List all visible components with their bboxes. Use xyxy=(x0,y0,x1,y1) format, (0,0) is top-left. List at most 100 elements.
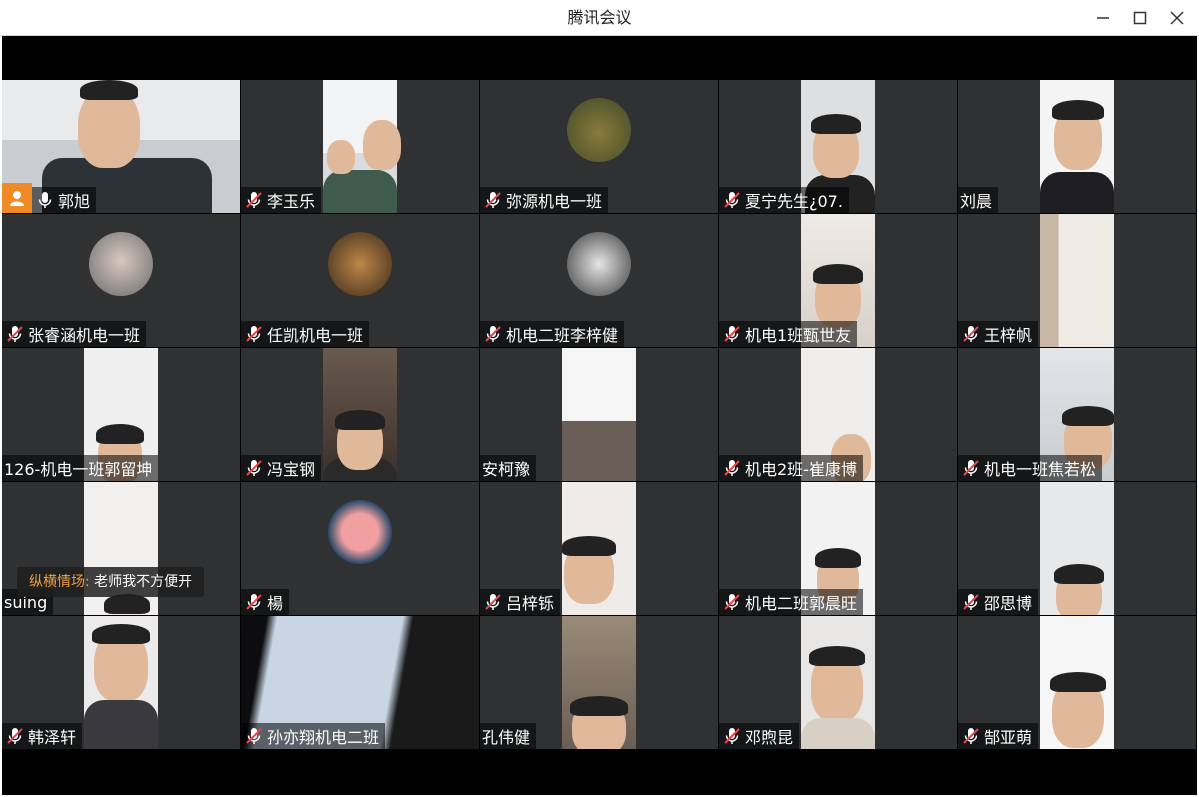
participant-name: 李玉乐 xyxy=(267,192,316,211)
video-feed xyxy=(562,616,636,749)
microphone-icon xyxy=(38,192,52,208)
participant-tile[interactable]: 任凯机电一班 xyxy=(241,214,479,347)
minimize-icon xyxy=(1097,17,1109,19)
name-label: 冯宝钢 xyxy=(241,455,322,481)
participant-tile[interactable]: 郜亚萌 xyxy=(958,616,1196,749)
video-feed xyxy=(323,80,401,213)
participant-name: 邓煦昆 xyxy=(745,728,794,747)
participant-name: 郭旭 xyxy=(58,192,91,211)
participant-tile[interactable]: 机电二班李梓健 xyxy=(480,214,718,347)
participant-tile[interactable]: 机电二班郭晨旺 xyxy=(719,482,957,615)
participant-name: 机电二班李梓健 xyxy=(506,326,619,345)
muted-microphone-icon xyxy=(963,728,979,744)
video-feed xyxy=(1040,80,1114,213)
participant-name: 张睿涵机电一班 xyxy=(28,326,141,345)
muted-microphone-icon xyxy=(485,326,501,342)
chat-sender: 纵横情场: xyxy=(29,574,90,590)
muted-microphone-icon xyxy=(724,460,740,476)
participant-tile[interactable]: 126-机电一班郭留坤 xyxy=(2,348,240,481)
name-label: 王梓帆 xyxy=(958,321,1039,347)
chat-popup[interactable]: 纵横情场: 老师我不方便开 xyxy=(17,567,205,597)
participant-name: 楊 xyxy=(267,594,284,613)
muted-microphone-icon xyxy=(485,192,501,208)
video-feed xyxy=(562,482,636,615)
avatar xyxy=(328,500,392,564)
name-label: 机电2班-崔康博 xyxy=(719,455,863,481)
participant-tile[interactable]: 安柯豫 xyxy=(480,348,718,481)
participant-tile[interactable]: 孙亦翔机电二班 xyxy=(241,616,479,749)
participant-name: 机电1班甄世友 xyxy=(745,326,852,345)
name-label: 刘晨 xyxy=(958,187,999,213)
maximize-button[interactable] xyxy=(1122,0,1158,36)
name-label: 机电1班甄世友 xyxy=(719,321,858,347)
participant-name: 孙亦翔机电二班 xyxy=(267,728,380,747)
muted-microphone-icon xyxy=(246,192,262,208)
avatar xyxy=(567,232,631,296)
participant-name: 吕梓铄 xyxy=(506,594,555,613)
participant-tile[interactable]: 李玉乐 xyxy=(241,80,479,213)
participant-tile[interactable]: 冯宝钢 xyxy=(241,348,479,481)
muted-microphone-icon xyxy=(724,326,740,342)
name-label: 张睿涵机电一班 xyxy=(2,321,147,347)
participant-name: 孔伟健 xyxy=(482,728,531,747)
minimize-button[interactable] xyxy=(1085,0,1121,36)
muted-microphone-icon xyxy=(7,728,23,744)
maximize-icon xyxy=(1133,11,1147,25)
muted-microphone-icon xyxy=(246,594,262,610)
muted-microphone-icon xyxy=(963,460,979,476)
participant-name: 邵思博 xyxy=(984,594,1033,613)
participant-tile[interactable]: 王梓帆 xyxy=(958,214,1196,347)
muted-microphone-icon xyxy=(246,728,262,744)
participant-name: 任凯机电一班 xyxy=(267,326,364,345)
muted-microphone-icon xyxy=(246,326,262,342)
participant-name: 夏宁先生¿07. xyxy=(745,192,843,211)
name-label: 机电二班李梓健 xyxy=(480,321,625,347)
avatar xyxy=(89,232,153,296)
name-label: 楊 xyxy=(241,589,290,615)
video-feed xyxy=(323,348,397,481)
name-label: 夏宁先生¿07. xyxy=(719,187,849,213)
participant-name: 机电一班焦若松 xyxy=(984,460,1097,479)
video-feed xyxy=(1040,616,1114,749)
participant-tile[interactable]: 韩泽轩 xyxy=(2,616,240,749)
participant-tile[interactable]: 弥源机电一班 xyxy=(480,80,718,213)
participant-tile[interactable]: 张睿涵机电一班 xyxy=(2,214,240,347)
name-label: 弥源机电一班 xyxy=(480,187,609,213)
participant-tile[interactable]: 孔伟健 xyxy=(480,616,718,749)
name-label: 孙亦翔机电二班 xyxy=(241,723,386,749)
close-button[interactable] xyxy=(1159,0,1195,36)
participant-name: 郜亚萌 xyxy=(984,728,1033,747)
participant-grid: 郭旭 李玉乐 弥源机电一班 夏宁先生¿07. 刘晨 张睿涵机电一班 任凯机电一班… xyxy=(2,80,1197,750)
name-label: 李玉乐 xyxy=(241,187,322,213)
title-bar: 腾讯会议 xyxy=(0,0,1199,36)
window-title: 腾讯会议 xyxy=(567,8,632,27)
participant-tile[interactable]: 楊 xyxy=(241,482,479,615)
muted-microphone-icon xyxy=(485,594,501,610)
participant-tile[interactable]: 邵思博 xyxy=(958,482,1196,615)
name-label: 孔伟健 xyxy=(480,723,537,749)
participant-tile[interactable]: 吕梓铄 xyxy=(480,482,718,615)
name-label: 任凯机电一班 xyxy=(241,321,370,347)
participant-name: 126-机电一班郭留坤 xyxy=(4,460,153,479)
name-label: 郜亚萌 xyxy=(958,723,1039,749)
avatar xyxy=(328,232,392,296)
participant-tile[interactable]: 机电1班甄世友 xyxy=(719,214,957,347)
participant-name: 王梓帆 xyxy=(984,326,1033,345)
participant-tile[interactable]: 郭旭 xyxy=(2,80,240,213)
participant-tile[interactable]: 刘晨 xyxy=(958,80,1196,213)
participant-tile[interactable]: 机电2班-崔康博 xyxy=(719,348,957,481)
muted-microphone-icon xyxy=(963,594,979,610)
video-feed xyxy=(1040,214,1114,347)
muted-microphone-icon xyxy=(246,460,262,476)
muted-microphone-icon xyxy=(963,326,979,342)
participant-name: 冯宝钢 xyxy=(267,460,316,479)
video-feed xyxy=(84,616,158,749)
muted-microphone-icon xyxy=(724,594,740,610)
name-label: 安柯豫 xyxy=(480,455,537,481)
participant-tile[interactable]: 邓煦昆 xyxy=(719,616,957,749)
name-label: 机电一班焦若松 xyxy=(958,455,1103,481)
video-feed xyxy=(562,348,636,481)
name-label: 吕梓铄 xyxy=(480,589,561,615)
participant-tile[interactable]: 机电一班焦若松 xyxy=(958,348,1196,481)
participant-tile[interactable]: 夏宁先生¿07. xyxy=(719,80,957,213)
